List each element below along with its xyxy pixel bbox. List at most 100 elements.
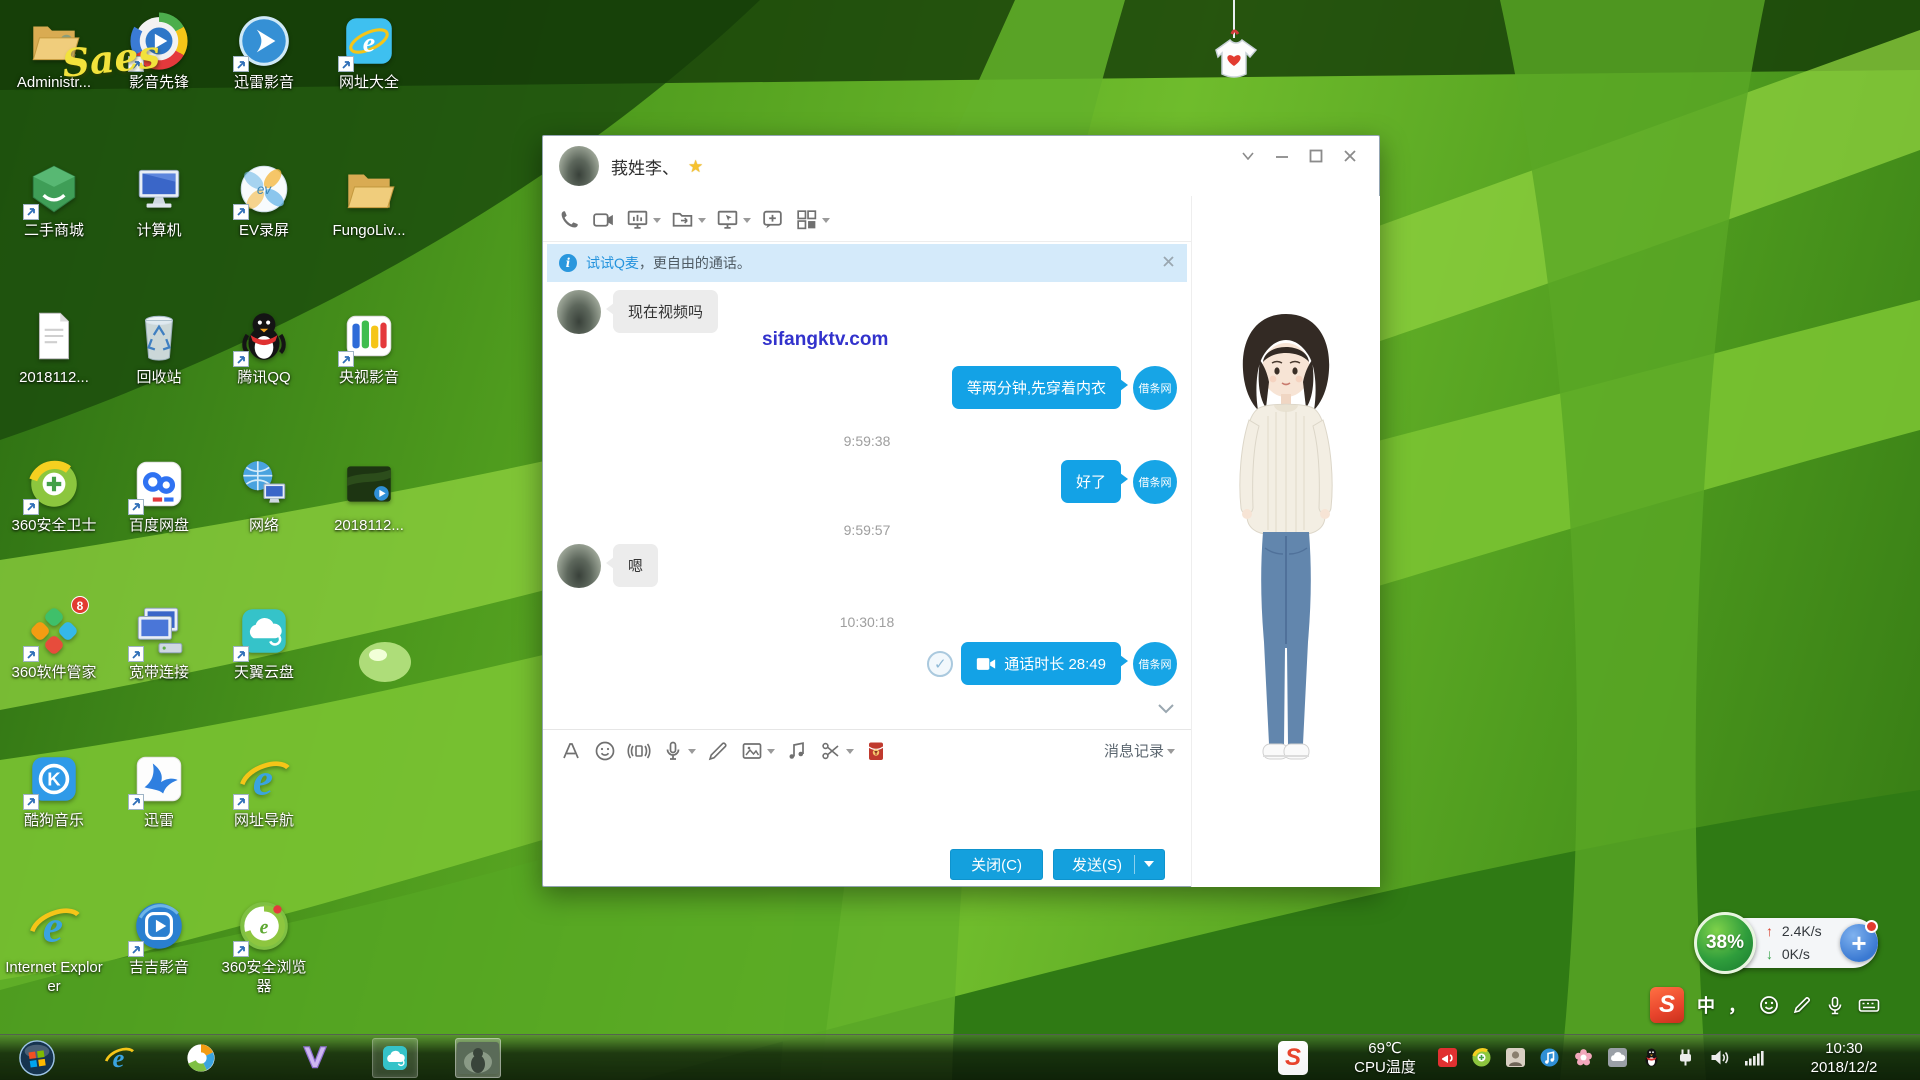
voice-call-icon[interactable] xyxy=(557,207,582,232)
call-record-bubble[interactable]: 通话时长 28:49 xyxy=(961,642,1121,685)
ime-mode-chinese[interactable]: 中 xyxy=(1697,992,1715,1018)
image-icon[interactable] xyxy=(740,739,775,763)
desktop-icon-ershou-shangcheng[interactable]: 二手商城 xyxy=(4,160,104,241)
desktop-icon-xunlei[interactable]: 迅雷 xyxy=(109,750,209,831)
recycle-bin-icon xyxy=(130,307,188,365)
desktop-icon-jiji-yingyin[interactable]: 吉吉影音 xyxy=(109,897,209,978)
desktop-icon-360-browser[interactable]: e360安全浏览器 xyxy=(214,897,314,997)
desktop-icon-tianyi-cloud[interactable]: 天翼云盘 xyxy=(214,602,314,683)
desktop-icon-label: 2018112... xyxy=(319,517,419,536)
tray-announce-icon[interactable] xyxy=(1437,1047,1458,1068)
tray-plug-icon[interactable] xyxy=(1675,1047,1696,1068)
tray-contact-icon[interactable] xyxy=(1505,1047,1526,1068)
music-icon[interactable] xyxy=(785,739,809,763)
tray-qq-tray-icon[interactable] xyxy=(1641,1047,1662,1068)
sogou-tray-logo[interactable]: S xyxy=(1278,1041,1308,1075)
tray-360-ball-icon[interactable] xyxy=(1471,1047,1492,1068)
taskbar-cloud-drive-icon[interactable] xyxy=(372,1038,418,1078)
desktop-icon-yingyin-xianfeng[interactable]: 影音先锋 xyxy=(109,12,209,93)
taskbar-sogou-browser-icon[interactable] xyxy=(178,1038,224,1078)
desktop-icon-kugou-music[interactable]: K酷狗音乐 xyxy=(4,750,104,831)
desktop-icon-recycle-bin[interactable]: 回收站 xyxy=(109,307,209,388)
ime-emoji-icon[interactable] xyxy=(1759,995,1779,1015)
cpu-temp-widget: 69℃ CPU温度 xyxy=(1326,1039,1444,1077)
desktop-icon-xunlei-yingyin[interactable]: 迅雷影音 xyxy=(214,12,314,93)
self-avatar[interactable]: 借条网 xyxy=(1133,460,1177,504)
desktop-icon-baidu-pan[interactable]: 百度网盘 xyxy=(109,455,209,536)
ime-keyboard-icon[interactable] xyxy=(1858,995,1880,1015)
scroll-bottom-icon[interactable] xyxy=(1157,702,1175,720)
emoji-icon[interactable] xyxy=(593,739,617,763)
ime-mic-icon[interactable] xyxy=(1825,995,1845,1015)
desktop-icon-doc-2018112[interactable]: 2018112... xyxy=(4,307,104,388)
network-speed-widget[interactable]: 38% ↑ 2.4K/s ↓ 0K/s + xyxy=(1694,912,1880,974)
contact-avatar[interactable] xyxy=(559,146,599,186)
desktop-icon-broadband[interactable]: 宽带连接 xyxy=(109,602,209,683)
voice-icon[interactable] xyxy=(661,739,696,763)
desktop-icon-network[interactable]: 网络 xyxy=(214,455,314,536)
favorite-star-icon[interactable]: ★ xyxy=(688,157,703,177)
desktop-icon-admin-folder[interactable]: Administr... xyxy=(4,12,104,93)
tray-blue-app-icon[interactable] xyxy=(1539,1047,1560,1068)
outgoing-bubble: 等两分钟,先穿着内衣 xyxy=(952,366,1121,409)
apps-icon[interactable] xyxy=(794,207,830,232)
desktop-icon-label: 腾讯QQ xyxy=(214,369,314,388)
desktop-icon-video-2018112[interactable]: 2018112... xyxy=(319,455,419,536)
peer-avatar[interactable] xyxy=(557,544,601,588)
video-call-icon[interactable] xyxy=(591,207,616,232)
self-avatar[interactable]: 借条网 xyxy=(1133,642,1177,686)
desktop-icon-wangzhi-daohang[interactable]: e网址导航 xyxy=(214,750,314,831)
net-percent-ball[interactable]: 38% xyxy=(1694,912,1756,974)
desktop-icon-computer[interactable]: 计算机 xyxy=(109,160,209,241)
notice-close-icon[interactable] xyxy=(1162,255,1175,271)
taskbar-ie-icon[interactable]: e xyxy=(96,1038,142,1078)
info-icon: i xyxy=(559,254,577,272)
red-packet-icon[interactable] xyxy=(864,739,888,763)
input-toolbar: 消息记录 xyxy=(543,729,1191,771)
screenshot-icon[interactable] xyxy=(819,739,854,763)
send-options-caret[interactable] xyxy=(1144,861,1154,872)
send-button[interactable]: 发送(S) xyxy=(1053,849,1165,880)
desktop-icon-360-safe[interactable]: 360安全卫士 xyxy=(4,455,104,536)
desktop-icon-360-manager[interactable]: 8360软件管家 xyxy=(4,602,104,683)
tray-flower-icon[interactable] xyxy=(1573,1047,1594,1068)
notice-link[interactable]: 试试Q麦 xyxy=(586,253,639,273)
create-group-icon[interactable] xyxy=(760,207,785,232)
desktop-icon-label: 迅雷 xyxy=(109,812,209,831)
remote-assist-icon[interactable] xyxy=(715,207,751,232)
ime-punctuation[interactable]: ， xyxy=(1728,992,1746,1018)
shortcut-arrow-icon xyxy=(128,646,144,662)
shake-icon[interactable] xyxy=(627,739,651,763)
tray-cloud-tray-icon[interactable] xyxy=(1607,1047,1628,1068)
desktop-icon-cctv-yingyin[interactable]: 央视影音 xyxy=(319,307,419,388)
close-button[interactable]: 关闭(C) xyxy=(950,849,1043,880)
taskbar-clock[interactable]: 10:30 2018/12/2 xyxy=(1786,1039,1902,1077)
peer-avatar[interactable] xyxy=(557,290,601,334)
desktop-icon-ev-luping[interactable]: evEV录屏 xyxy=(214,160,314,241)
window-menu-icon[interactable] xyxy=(1239,148,1257,164)
tray-signal-icon[interactable] xyxy=(1743,1047,1764,1068)
desktop-icon-wangzhi-daquan[interactable]: e网址大全 xyxy=(319,12,419,93)
message-history-button[interactable]: 消息记录 xyxy=(1104,740,1175,761)
minimize-icon[interactable] xyxy=(1273,148,1291,164)
message-input[interactable] xyxy=(543,772,1191,841)
maximize-icon[interactable] xyxy=(1307,148,1325,164)
desktop-icon-internet-explorer[interactable]: eInternet Explorer xyxy=(4,897,104,997)
desktop-icon-tencent-qq[interactable]: 腾讯QQ xyxy=(214,307,314,388)
taskbar-call-window-icon[interactable] xyxy=(455,1038,501,1078)
handwrite-icon[interactable] xyxy=(706,739,730,763)
self-avatar[interactable]: 借条网 xyxy=(1133,366,1177,410)
desktop-icon-fungolive-folder[interactable]: FungoLiv... xyxy=(319,160,419,241)
tray-volume-icon[interactable] xyxy=(1709,1047,1730,1068)
desktop-icon-label: 360安全浏览器 xyxy=(214,959,314,997)
doc-2018112-icon xyxy=(25,307,83,365)
screen-share-icon[interactable] xyxy=(625,207,661,232)
sogou-ime-logo[interactable]: S xyxy=(1650,987,1684,1023)
taskbar-v-player-icon[interactable] xyxy=(292,1038,338,1078)
ime-handwrite-icon[interactable] xyxy=(1792,995,1812,1015)
chat-toolbar xyxy=(543,198,1191,242)
font-icon[interactable] xyxy=(559,739,583,763)
send-file-icon[interactable] xyxy=(670,207,706,232)
taskbar-start-button[interactable] xyxy=(14,1038,60,1078)
close-icon[interactable] xyxy=(1341,148,1359,164)
